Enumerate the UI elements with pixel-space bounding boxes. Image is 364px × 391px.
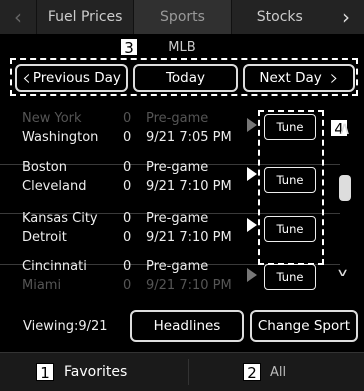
score-home: 0 — [123, 130, 132, 145]
previous-day-label: Previous Day — [32, 70, 121, 86]
game-status: Pre-game — [146, 211, 209, 226]
score-home: 0 — [123, 179, 132, 194]
score-home: 0 — [123, 230, 132, 245]
tab-scroll-right-icon[interactable]: › — [328, 0, 364, 34]
game-status: Pre-game — [146, 259, 209, 274]
headlines-button[interactable]: Headlines — [130, 310, 244, 342]
score-home: 0 — [123, 278, 132, 293]
team-home: Miami — [22, 278, 62, 293]
game-time: 9/21 7:10 PM — [146, 179, 232, 194]
team-away: New York — [22, 111, 82, 126]
today-label: Today — [165, 70, 206, 86]
score-away: 0 — [123, 259, 132, 274]
score-away: 0 — [123, 211, 132, 226]
previous-day-button[interactable]: ‹ Previous Day — [15, 64, 128, 92]
scroll-up-icon[interactable]: ∧ — [338, 118, 351, 139]
callout-3: 3 — [120, 38, 138, 57]
game-time: 9/21 7:10 PM — [146, 230, 232, 245]
play-icon[interactable] — [247, 218, 257, 232]
play-icon[interactable] — [247, 268, 257, 282]
team-home: Washington — [22, 130, 99, 145]
viewing-date: Viewing:9/21 — [23, 319, 108, 334]
category-tab-bar: ‹ Fuel Prices Sports Stocks › — [0, 0, 364, 34]
next-day-label: Next Day — [259, 70, 322, 86]
score-away: 0 — [123, 160, 132, 175]
tab-sports[interactable]: Sports — [133, 0, 231, 34]
chevron-left-icon: ‹ — [22, 65, 31, 91]
league-title: MLB — [168, 40, 196, 55]
game-time: 9/21 7:10 PM — [146, 278, 232, 293]
tab-divider — [188, 359, 189, 385]
tune-button[interactable]: Tune — [264, 264, 316, 290]
play-icon[interactable] — [247, 167, 257, 181]
bottom-tab-bar: 1 Favorites 2 All — [0, 352, 364, 391]
callout-1: 1 — [36, 363, 54, 382]
day-navigation: ‹ Previous Day Today Next Day › — [10, 58, 358, 96]
game-time: 9/21 7:05 PM — [146, 130, 232, 145]
tab-stocks[interactable]: Stocks — [230, 0, 328, 34]
play-icon[interactable] — [247, 118, 257, 132]
team-away: Cincinnati — [22, 259, 87, 274]
team-away: Kansas City — [22, 211, 98, 226]
team-away: Boston — [22, 160, 67, 175]
tab-fuel-prices[interactable]: Fuel Prices — [36, 0, 133, 34]
favorites-tab[interactable]: Favorites — [64, 353, 127, 391]
today-button[interactable]: Today — [133, 64, 238, 92]
tab-scroll-left-icon[interactable]: ‹ — [0, 0, 36, 34]
callout-2: 2 — [243, 363, 261, 382]
tune-buttons-highlight — [258, 110, 324, 265]
chevron-right-icon: › — [329, 65, 339, 91]
scroll-down-icon[interactable]: ∨ — [336, 266, 349, 279]
team-home: Detroit — [22, 230, 67, 245]
scrollbar-thumb[interactable] — [339, 175, 351, 201]
next-day-button[interactable]: Next Day › — [243, 64, 355, 92]
team-home: Cleveland — [22, 179, 87, 194]
game-status: Pre-game — [146, 111, 209, 126]
score-away: 0 — [123, 111, 132, 126]
game-status: Pre-game — [146, 160, 209, 175]
all-tab[interactable]: All — [270, 353, 286, 391]
change-sport-button[interactable]: Change Sport — [250, 310, 358, 342]
